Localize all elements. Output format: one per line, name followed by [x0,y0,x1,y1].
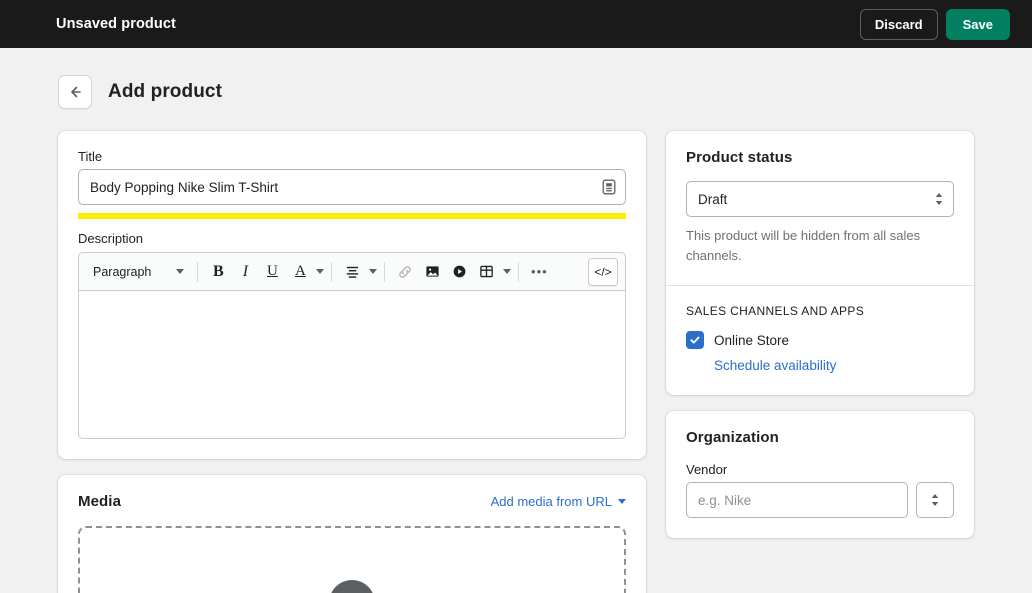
align-chevron-down-icon[interactable] [369,269,378,274]
align-button[interactable] [339,259,365,285]
vendor-field-label: Vendor [686,462,728,477]
code-view-button[interactable]: </> [588,257,618,286]
toolbar-divider-2 [331,261,333,282]
add-media-from-url-button[interactable]: Add media from URL [491,494,626,509]
media-title: Media [78,493,122,510]
status-select-wrap: Draft [686,181,954,217]
italic-button[interactable]: I [232,259,258,285]
page-title: Add product [108,81,223,102]
online-store-checkbox[interactable] [686,331,704,349]
description-editor: Paragraph B I U A ••• </> [78,252,626,439]
online-store-label: Online Store [714,332,790,348]
product-status-card: Product status Draft This product will b… [666,131,974,395]
paragraph-style-label: Paragraph [93,264,152,279]
back-button[interactable] [58,75,92,109]
title-input-wrap [78,169,626,205]
alignment-group [339,259,378,285]
toolbar-divider-4 [518,261,520,282]
page-header: Add product [0,48,1032,116]
bold-button[interactable]: B [205,259,231,285]
vendor-stepper-button[interactable] [916,482,954,518]
schedule-availability-link[interactable]: Schedule availability [714,358,836,373]
media-dropzone[interactable] [78,526,626,593]
image-icon[interactable] [419,259,445,285]
organization-title: Organization [686,429,779,446]
insert-group [392,259,512,285]
top-bar-actions: Discard Save [859,8,1010,40]
table-icon[interactable] [473,259,499,285]
online-store-row[interactable]: Online Store [686,331,954,349]
discard-button[interactable]: Discard [859,8,938,40]
editor-toolbar: Paragraph B I U A ••• </> [78,252,626,290]
upload-arrow-icon [329,580,375,593]
title-input[interactable] [78,169,626,205]
toolbar-divider-3 [384,261,386,282]
vendor-row [686,482,954,518]
sales-channels-heading: SALES CHANNELS AND APPS [686,304,865,318]
product-status-title: Product status [686,149,793,166]
unsaved-product-title: Unsaved product [56,16,176,32]
underline-button[interactable]: U [259,259,285,285]
video-icon[interactable] [446,259,472,285]
chevron-down-icon [618,499,626,504]
link-icon [392,259,418,285]
product-status-help-text: This product will be hidden from all sal… [686,228,921,263]
vendor-input-wrap [686,482,908,518]
description-field-label: Description [78,231,144,246]
text-color-chevron-down-icon[interactable] [316,269,325,274]
table-chevron-down-icon[interactable] [503,269,512,274]
title-field-label: Title [78,149,103,164]
save-button[interactable]: Save [945,8,1010,40]
chevron-down-icon [176,269,185,274]
vendor-input[interactable] [686,482,908,518]
text-color-button[interactable]: A [286,259,312,285]
paragraph-style-select[interactable]: Paragraph [86,261,190,283]
organization-card: Organization Vendor [666,411,974,538]
media-header: Media Add media from URL [78,493,626,510]
side-column: Product status Draft This product will b… [666,131,974,554]
add-media-from-url-label: Add media from URL [490,494,612,509]
content-suggestion-icon[interactable] [601,179,617,195]
text-format-group: B I U A [205,259,325,285]
media-card: Media Add media from URL [58,475,646,593]
product-status-select[interactable]: Draft [686,181,954,217]
description-textarea[interactable] [78,290,626,439]
title-highlight-bar [78,213,626,219]
top-context-bar: Unsaved product Discard Save [0,0,1032,48]
arrow-left-icon [67,84,83,100]
title-description-card: Title Description [58,131,646,459]
page-layout: Title Description [0,116,1032,593]
more-options-button[interactable]: ••• [526,259,552,285]
toolbar-divider [197,261,199,282]
main-column: Title Description [58,131,646,593]
